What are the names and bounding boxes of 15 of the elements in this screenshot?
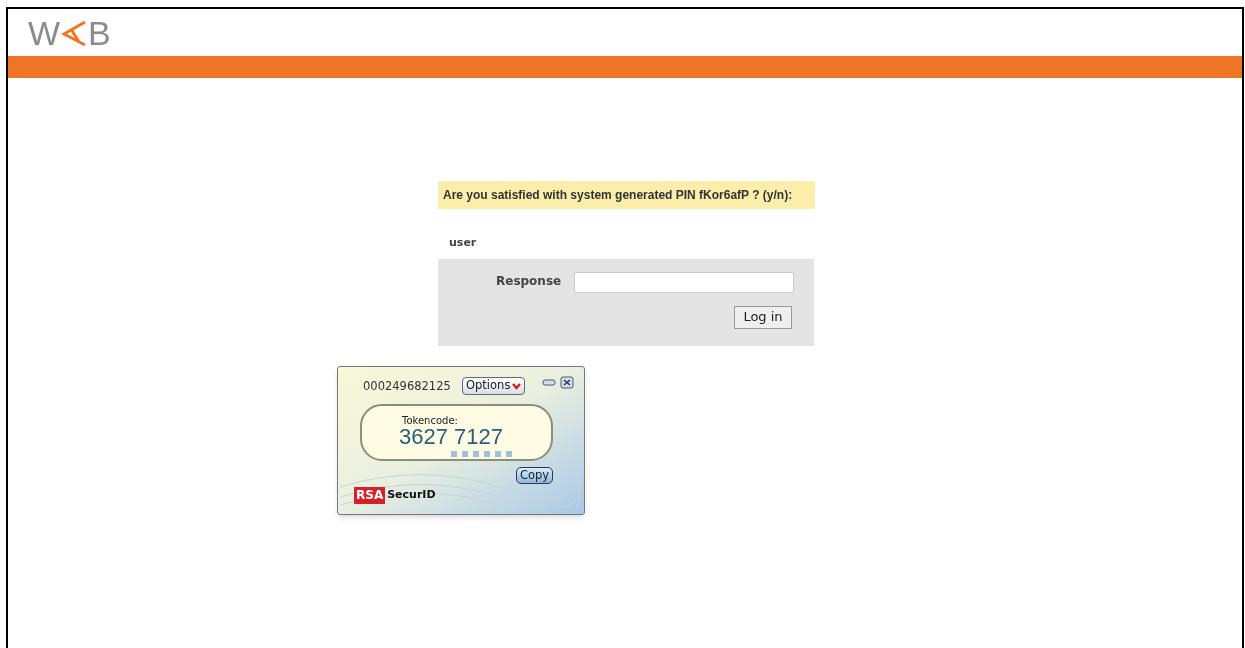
username: user [449,235,477,251]
options-button[interactable]: Options [462,377,526,395]
brand-name: SecurID [387,487,436,504]
login-button[interactable]: Log in [734,305,792,329]
logo-letter: W [28,15,61,50]
token-serial: 000249682125 [363,378,451,395]
close-icon[interactable] [560,376,574,389]
minimize-icon[interactable] [542,379,556,387]
prompt-message: Are you satisfied with system generated PIN fKor6afP ? (y/n): [438,181,815,209]
response-label: Response [496,272,562,290]
logo-letter: B [88,15,111,50]
brand-logo: RSA [354,487,386,504]
caret-icon [512,382,522,390]
response-field[interactable] [574,271,795,293]
copy-button[interactable]: Copy [516,467,554,484]
